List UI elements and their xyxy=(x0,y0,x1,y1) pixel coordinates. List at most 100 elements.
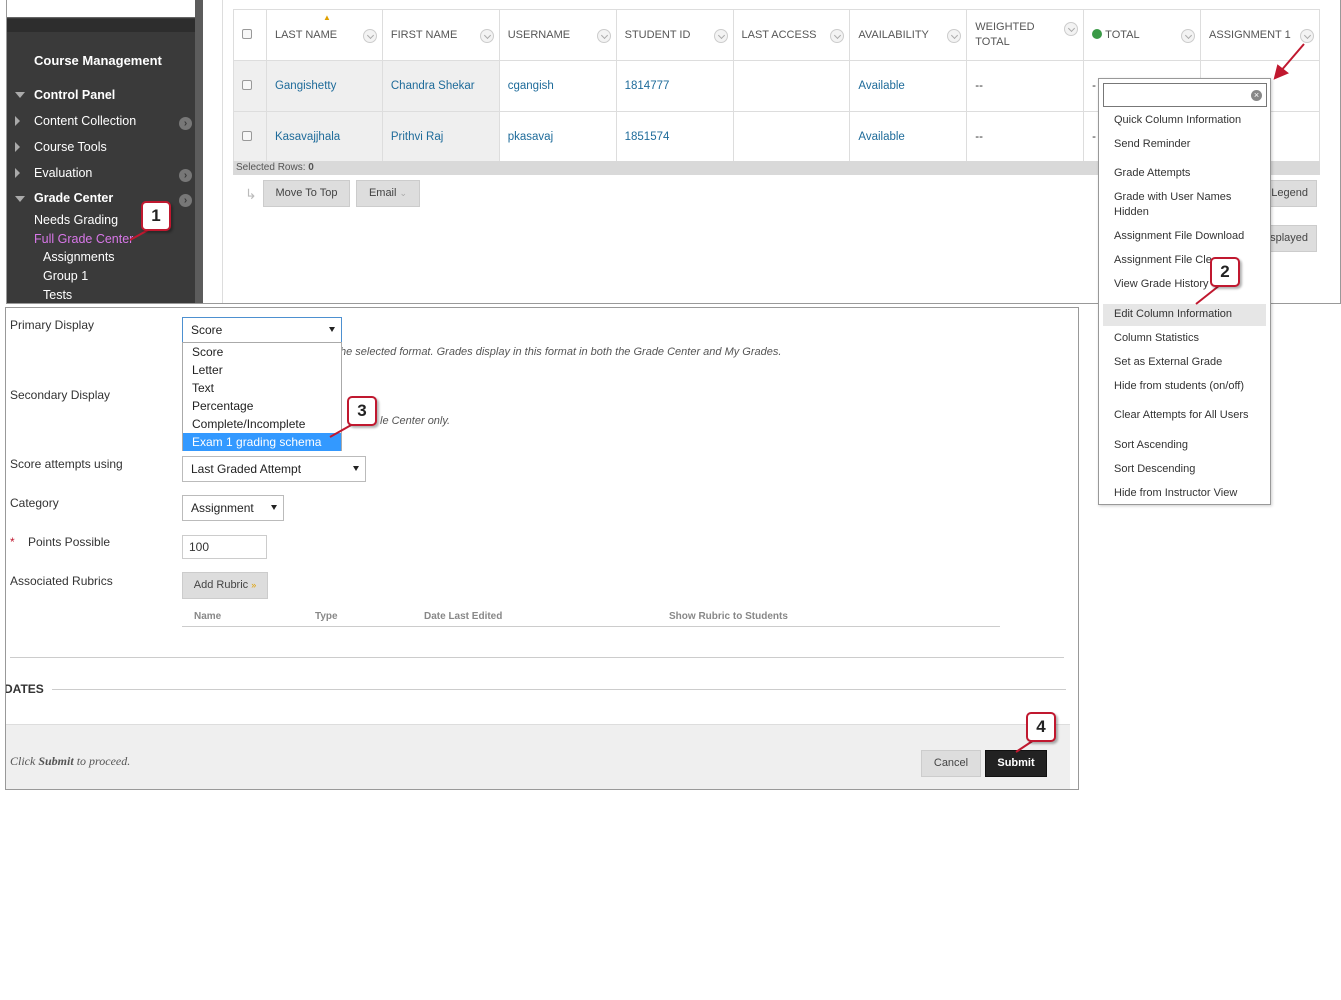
cell-student-id[interactable]: 1814777 xyxy=(615,60,734,112)
required-asterisk: * xyxy=(10,535,15,549)
column-menu-icon[interactable] xyxy=(1181,29,1196,43)
column-menu-icon[interactable] xyxy=(713,29,728,43)
email-button[interactable]: Email ⌄ xyxy=(356,180,420,207)
cell-availability[interactable]: Available xyxy=(849,60,968,112)
select-all-checkbox[interactable] xyxy=(242,28,252,39)
menu-item-clear-attempts[interactable]: Clear Attempts for All Users xyxy=(1114,408,1249,423)
menu-item-hide-from-instructor[interactable]: Hide from Instructor View xyxy=(1114,486,1237,501)
menu-item-hide-from-students[interactable]: Hide from students (on/off) xyxy=(1114,379,1244,394)
cell-first-name[interactable]: Chandra Shekar xyxy=(381,60,500,112)
add-rubric-button[interactable]: Add Rubric » xyxy=(182,572,268,599)
column-menu-icon[interactable] xyxy=(362,29,377,43)
option-percentage[interactable]: Percentage xyxy=(183,397,341,415)
sidebar-item-evaluation[interactable]: Evaluation xyxy=(34,166,92,180)
column-menu-icon[interactable] xyxy=(596,29,611,43)
col-header-total[interactable]: TOTAL xyxy=(1083,9,1202,61)
content-gutter xyxy=(203,0,223,303)
col-header-first-name[interactable]: FIRST NAME xyxy=(381,9,500,61)
move-to-top-button[interactable]: Move To Top xyxy=(263,180,350,207)
sidebar-resize-handle[interactable] xyxy=(195,0,203,303)
col-header-student-id[interactable]: STUDENT ID xyxy=(615,9,734,61)
sidebar-item-grade-center[interactable]: Grade Center xyxy=(34,191,113,205)
chevron-down-icon: ⌄ xyxy=(399,188,408,198)
cell-last-name[interactable]: Gangishetty xyxy=(265,60,383,112)
cell-weighted-total[interactable]: -- xyxy=(966,60,1085,112)
collapse-triangle-icon[interactable] xyxy=(15,196,25,202)
menu-item-grade-user-names-hidden[interactable]: Grade with User Names Hidden xyxy=(1114,190,1231,220)
expand-triangle-icon[interactable] xyxy=(15,142,20,152)
row-checkbox[interactable] xyxy=(242,79,252,90)
sidebar-subitem-assignments[interactable]: Assignments xyxy=(43,250,115,264)
sidebar-control-panel[interactable]: Control Panel xyxy=(34,88,115,102)
menu-item-column-statistics[interactable]: Column Statistics xyxy=(1114,331,1199,346)
rubric-col-show-to-students: Show Rubric to Students xyxy=(669,611,788,622)
primary-display-select[interactable]: Score xyxy=(182,317,342,343)
sidebar-item-full-grade-center[interactable]: Full Grade Center xyxy=(34,232,133,246)
rubric-col-type: Type xyxy=(315,611,338,622)
cell-username[interactable]: cgangish xyxy=(498,60,617,112)
option-text[interactable]: Text xyxy=(183,379,341,397)
sidebar-item-content-collection[interactable]: Content Collection xyxy=(34,114,136,128)
sidebar-item-needs-grading[interactable]: Needs Grading xyxy=(34,213,118,227)
sidebar-item-course-tools[interactable]: Course Tools xyxy=(34,140,107,154)
column-menu-icon[interactable] xyxy=(1064,22,1079,36)
cell-weighted-total[interactable]: -- xyxy=(966,111,1085,163)
cell-availability[interactable]: Available xyxy=(849,111,968,163)
associated-rubrics-label: Associated Rubrics xyxy=(10,574,113,588)
menu-item-sort-ascending[interactable]: Sort Ascending xyxy=(1114,438,1188,453)
menu-item-sort-descending[interactable]: Sort Descending xyxy=(1114,462,1195,477)
callout-2: 2 xyxy=(1210,257,1240,287)
menu-item-grade-attempts[interactable]: Grade Attempts xyxy=(1114,166,1190,181)
col-header-weighted-total[interactable]: WEIGHTED TOTAL xyxy=(966,9,1085,61)
sidebar-subitem-group-1[interactable]: Group 1 xyxy=(43,269,88,283)
column-menu-icon[interactable] xyxy=(947,29,962,43)
option-exam-1-grading-schema[interactable]: Exam 1 grading schema xyxy=(183,433,341,451)
option-letter[interactable]: Letter xyxy=(183,361,341,379)
grid-header-row: ▲ LAST NAME FIRST NAME USERNAME STUDENT I… xyxy=(233,9,1320,61)
points-possible-input[interactable]: 100 xyxy=(182,535,267,559)
submit-button[interactable]: Submit xyxy=(985,750,1047,777)
sidebar-title: Course Management xyxy=(34,53,162,68)
menu-item-assignment-file-cleanup[interactable]: Assignment File Cle xyxy=(1114,253,1212,268)
cell-last-access xyxy=(732,60,851,112)
col-header-assignment-1[interactable]: ASSIGNMENT 1 xyxy=(1200,9,1320,61)
cell-last-name[interactable]: Kasavajjhala xyxy=(265,111,383,163)
callout-4: 4 xyxy=(1026,712,1056,742)
column-menu-icon[interactable] xyxy=(1300,29,1314,43)
row-checkbox[interactable] xyxy=(242,130,252,141)
col-header-last-access[interactable]: LAST ACCESS xyxy=(732,9,851,61)
expand-triangle-icon[interactable] xyxy=(15,116,20,126)
menu-item-assignment-file-download[interactable]: Assignment File Download xyxy=(1114,229,1244,244)
menu-item-send-reminder[interactable]: Send Reminder xyxy=(1114,137,1190,152)
secondary-display-help: le Center only. xyxy=(380,415,451,427)
arrow-circle-icon[interactable]: › xyxy=(179,117,192,130)
column-menu-icon[interactable] xyxy=(830,29,845,43)
arrow-circle-icon[interactable]: › xyxy=(179,194,192,207)
option-score[interactable]: Score xyxy=(183,343,341,361)
menu-search-input[interactable]: × xyxy=(1103,83,1267,107)
menu-item-quick-column-info[interactable]: Quick Column Information xyxy=(1114,113,1241,128)
submit-instruction: Click Submit to proceed. xyxy=(10,754,131,768)
col-header-last-name[interactable]: ▲ LAST NAME xyxy=(265,9,383,61)
cancel-button[interactable]: Cancel xyxy=(921,750,981,777)
col-header-username[interactable]: USERNAME xyxy=(498,9,617,61)
menu-item-edit-column-information[interactable]: Edit Column Information xyxy=(1114,307,1232,322)
column-menu-icon[interactable] xyxy=(479,29,494,43)
sidebar-top-band-dark xyxy=(7,19,195,32)
col-header-availability[interactable]: AVAILABILITY xyxy=(849,9,968,61)
collapse-triangle-icon[interactable] xyxy=(15,92,25,98)
arrow-circle-icon[interactable]: › xyxy=(179,169,192,182)
cell-student-id[interactable]: 1851574 xyxy=(615,111,734,163)
sidebar-top-band xyxy=(7,0,195,18)
menu-item-set-external-grade[interactable]: Set as External Grade xyxy=(1114,355,1222,370)
cell-username[interactable]: pkasavaj xyxy=(498,111,617,163)
cell-first-name[interactable]: Prithvi Raj xyxy=(381,111,500,163)
sidebar-subitem-tests[interactable]: Tests xyxy=(43,288,72,302)
expand-triangle-icon[interactable] xyxy=(15,168,20,178)
category-label: Category xyxy=(10,496,59,510)
clear-icon[interactable]: × xyxy=(1251,90,1262,101)
score-attempts-select[interactable]: Last Graded Attempt xyxy=(182,456,366,482)
option-complete-incomplete[interactable]: Complete/Incomplete xyxy=(183,415,341,433)
category-select[interactable]: Assignment xyxy=(182,495,284,521)
menu-item-view-grade-history[interactable]: View Grade History xyxy=(1114,277,1209,292)
